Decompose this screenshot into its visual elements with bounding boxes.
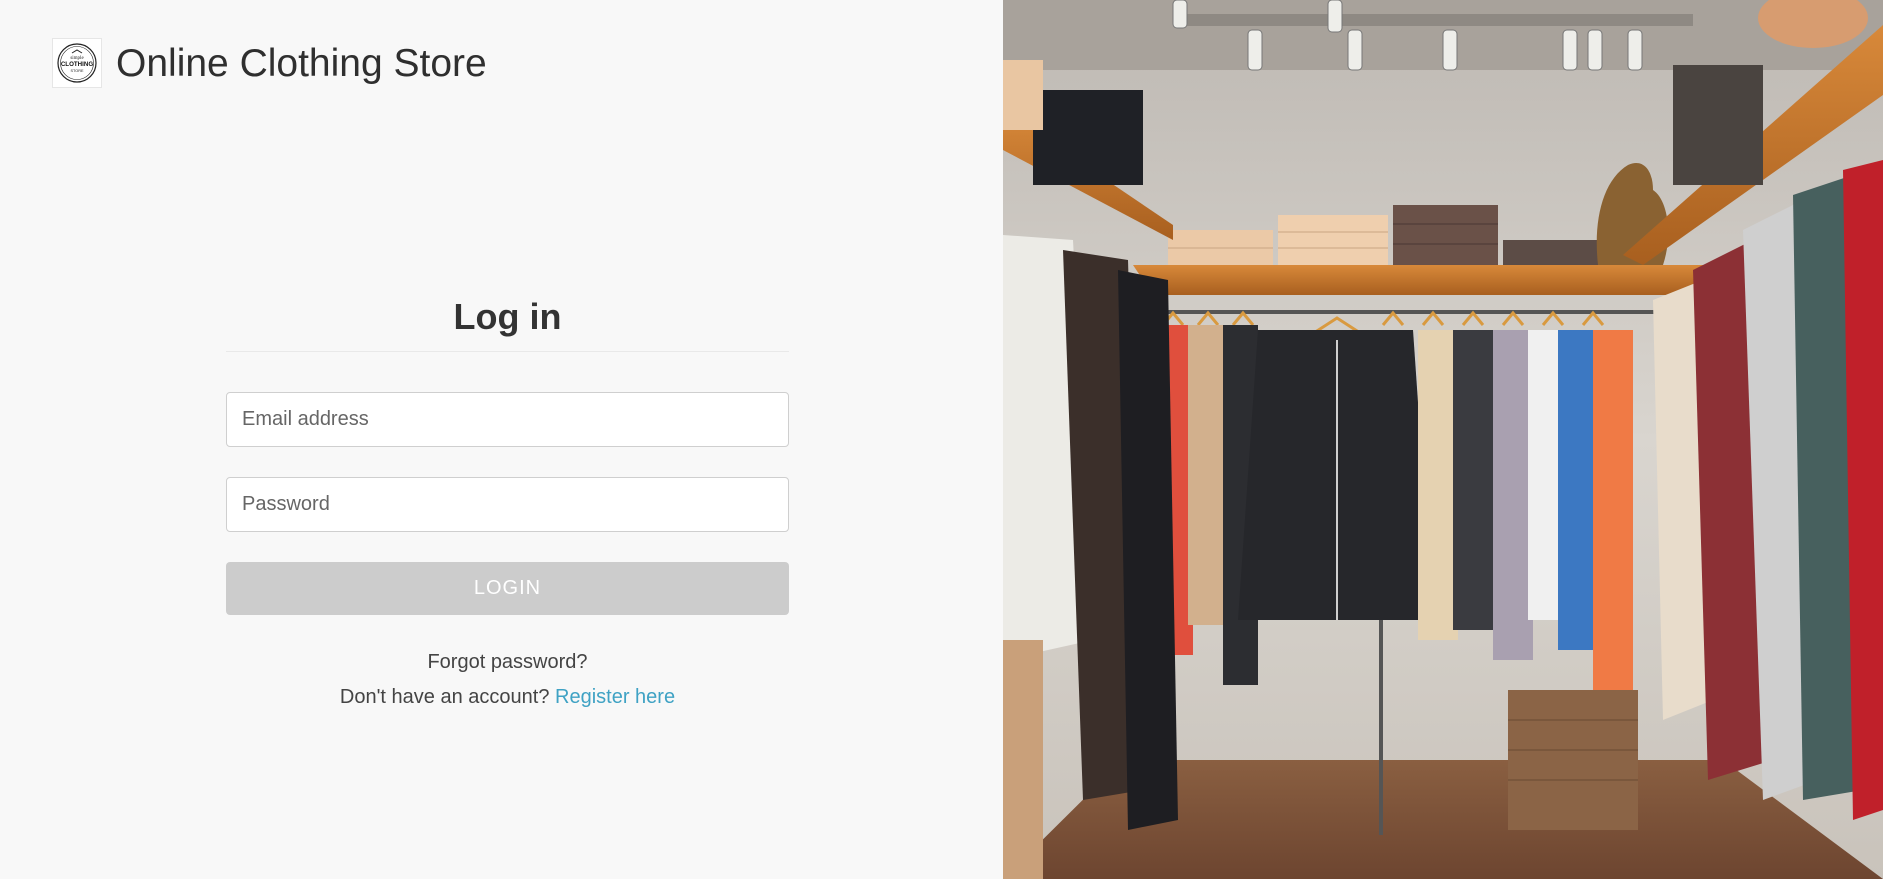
brand-header: simple CLOTHING STORE Online Clothing St… [52, 38, 487, 88]
brand-title[interactable]: Online Clothing Store [116, 44, 487, 83]
logo-text-bottom: STORE [70, 69, 83, 73]
login-page: simple CLOTHING STORE Online Clothing St… [0, 0, 1883, 879]
logo-graphic: simple CLOTHING STORE [57, 43, 97, 83]
login-panel: simple CLOTHING STORE Online Clothing St… [0, 0, 1003, 879]
forgot-password-link[interactable]: Forgot password? [427, 651, 587, 673]
closet-clothing-photo [1003, 0, 1883, 879]
register-link[interactable]: Register here [555, 686, 675, 708]
login-title: Log in [453, 296, 562, 337]
register-row: Don't have an account? Register here [226, 680, 789, 715]
login-form: Log in LOGIN Forgot password? Don't have… [226, 290, 789, 715]
password-input[interactable] [226, 477, 789, 532]
store-logo-icon[interactable]: simple CLOTHING STORE [52, 38, 102, 88]
hero-image [1003, 0, 1883, 879]
title-divider [226, 351, 789, 352]
email-input[interactable] [226, 392, 789, 447]
auth-links: Forgot password? Don't have an account? … [226, 645, 789, 715]
no-account-text: Don't have an account? [339, 686, 550, 708]
logo-text-main: CLOTHING [61, 61, 93, 68]
login-button[interactable]: LOGIN [226, 562, 789, 615]
